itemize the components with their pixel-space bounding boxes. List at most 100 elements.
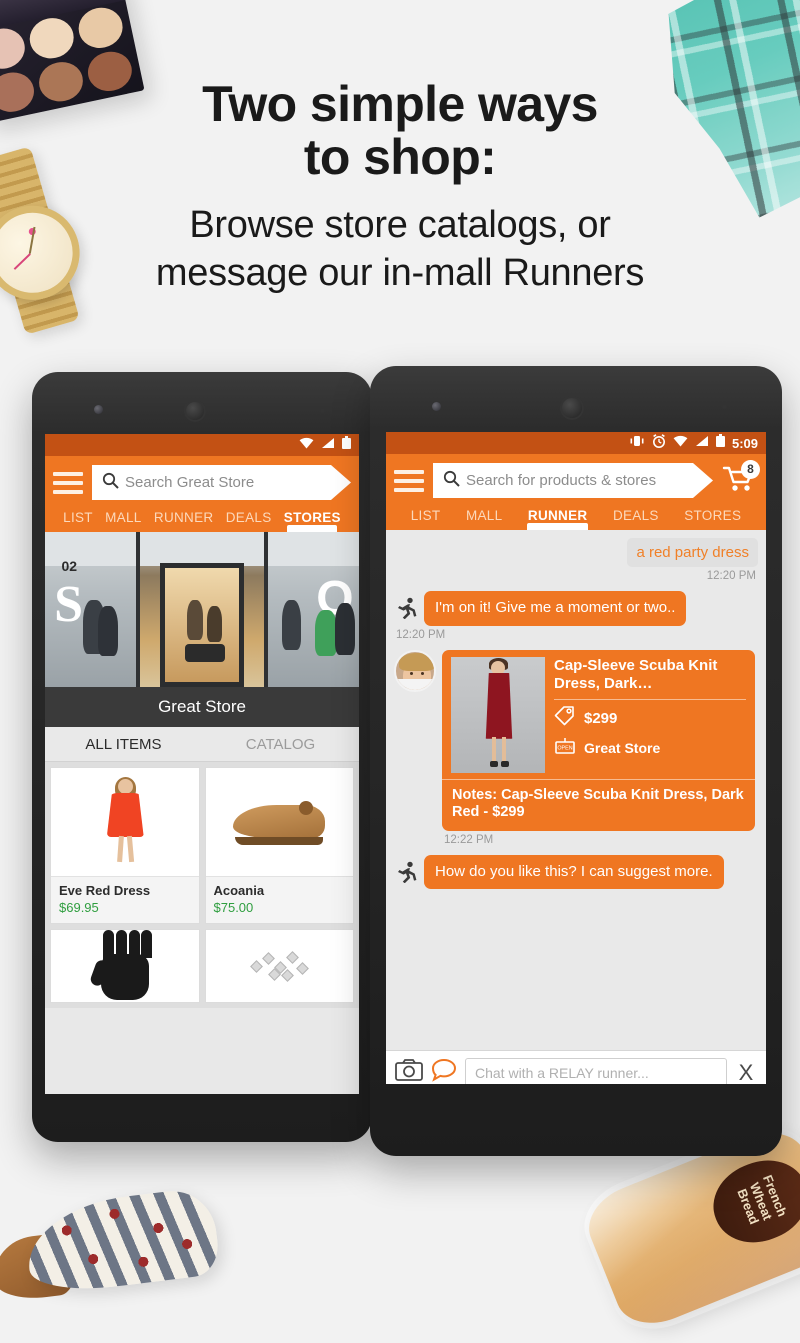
hamburger-icon[interactable] bbox=[53, 471, 83, 494]
product-image bbox=[51, 768, 199, 876]
vibrate-icon bbox=[629, 434, 645, 452]
product-image bbox=[205, 768, 353, 876]
storefront-left-window: 02 S bbox=[45, 532, 141, 687]
cart-badge-count: 8 bbox=[741, 459, 760, 479]
product-image-dark-red-dress bbox=[451, 656, 545, 773]
tab-deals[interactable]: DEALS bbox=[220, 510, 278, 532]
storefront-right-window: O bbox=[267, 532, 359, 687]
close-icon[interactable]: X bbox=[735, 1060, 757, 1085]
chat-message-runner: How do you like this? I can suggest more… bbox=[394, 854, 758, 890]
product-card[interactable]: Acoania $75.00 bbox=[204, 767, 354, 924]
tab-deals[interactable]: DEALS bbox=[600, 508, 671, 530]
chat-message-product: Cap-Sleeve Scuba Knit Dress, Dark… $299 bbox=[394, 649, 758, 831]
product-card[interactable]: Eve Red Dress $69.95 bbox=[50, 767, 200, 924]
red-dress-illustration bbox=[97, 777, 153, 865]
tab-runner[interactable]: RUNNER bbox=[148, 510, 220, 532]
black-gloves-illustration bbox=[88, 930, 157, 1002]
product-card[interactable] bbox=[204, 929, 354, 1003]
product-title: Cap-Sleeve Scuba Knit Dress, Dark… bbox=[554, 656, 718, 692]
camera-icon[interactable] bbox=[395, 1059, 423, 1084]
left-status-bar bbox=[45, 434, 359, 456]
product-card-message[interactable]: Cap-Sleeve Scuba Knit Dress, Dark… $299 bbox=[442, 649, 756, 831]
headline-block: Two simple ways to shop: Browse store ca… bbox=[0, 78, 800, 297]
tab-mall[interactable]: MALL bbox=[453, 508, 515, 530]
earpiece-speaker-icon bbox=[560, 396, 584, 420]
product-image bbox=[205, 930, 353, 1002]
product-card-timestamp: 12:22 PM bbox=[444, 833, 494, 846]
product-card[interactable] bbox=[50, 929, 200, 1003]
chat-message-runner: I'm on it! Give me a moment or two.. bbox=[394, 591, 758, 626]
right-status-bar: 5:09 bbox=[386, 432, 766, 454]
search-icon bbox=[443, 470, 460, 492]
runner-icon bbox=[394, 855, 418, 883]
tab-catalog[interactable]: CATALOG bbox=[202, 736, 359, 753]
tab-all-items[interactable]: ALL ITEMS bbox=[45, 736, 202, 753]
signal-icon bbox=[321, 436, 335, 454]
tab-list[interactable]: LIST bbox=[57, 510, 99, 532]
headline-line-4: message our in-mall Runners bbox=[155, 251, 645, 294]
tab-stores[interactable]: STORES bbox=[278, 510, 347, 532]
alarm-icon bbox=[652, 433, 666, 453]
right-app-bar: Search for products & stores 8 LIST MALL… bbox=[386, 454, 766, 530]
status-bar-clock: 5:09 bbox=[731, 435, 758, 451]
product-price: $75.00 bbox=[213, 900, 254, 915]
storefront-sign-s: S bbox=[54, 575, 84, 633]
chat-input[interactable]: Chat with a RELAY runner... bbox=[465, 1057, 727, 1084]
left-search-wrap[interactable]: Search Great Store bbox=[92, 465, 351, 500]
earpiece-speaker-icon bbox=[184, 400, 206, 422]
open-sign-icon: OPEN bbox=[554, 736, 576, 763]
user-message-text: a red party dress bbox=[627, 538, 758, 567]
product-image bbox=[51, 930, 199, 1002]
product-price: $299 bbox=[584, 709, 618, 727]
product-name: Eve Red Dress bbox=[59, 883, 151, 898]
left-phone-device: Search Great Store LIST MALL RUNNER DEAL… bbox=[32, 372, 372, 1142]
front-camera-icon bbox=[94, 405, 103, 414]
right-phone-device: 5:09 Search for products & stores 8 LIST… bbox=[370, 366, 782, 1156]
shopping-cart-icon bbox=[722, 466, 756, 498]
signal-icon bbox=[695, 434, 709, 452]
product-notes: Notes: Cap-Sleeve Scuba Knit Dress, Dark… bbox=[442, 778, 756, 831]
stars-and-stripes-shoe-prop bbox=[0, 1168, 226, 1306]
left-tab-bar: LIST MALL RUNNER DEALS STORES bbox=[53, 500, 351, 532]
search-icon bbox=[102, 472, 119, 494]
left-phone-screen: Search Great Store LIST MALL RUNNER DEAL… bbox=[45, 434, 359, 1094]
front-camera-icon bbox=[432, 402, 441, 411]
tab-stores[interactable]: STORES bbox=[671, 508, 754, 530]
battery-icon bbox=[715, 434, 725, 452]
cart-button[interactable]: 8 bbox=[722, 459, 760, 498]
runner-message-timestamp: 12:20 PM bbox=[396, 628, 446, 641]
chat-input-placeholder: Chat with a RELAY runner... bbox=[475, 1064, 649, 1081]
user-message-timestamp: 12:20 PM bbox=[706, 570, 756, 582]
right-search-wrap[interactable]: Search for products & stores bbox=[433, 463, 713, 498]
storefront-sign-02: 02 bbox=[61, 558, 78, 575]
runner-message-text: I'm on it! Give me a moment or two.. bbox=[424, 591, 687, 626]
tab-mall[interactable]: MALL bbox=[99, 510, 148, 532]
search-input-placeholder: Search Great Store bbox=[125, 474, 255, 491]
tab-runner[interactable]: RUNNER bbox=[515, 508, 600, 530]
headline-line-3: Browse store catalogs, or bbox=[189, 204, 611, 246]
left-app-bar: Search Great Store LIST MALL RUNNER DEAL… bbox=[45, 456, 359, 532]
hamburger-icon[interactable] bbox=[394, 469, 424, 492]
tan-loafer-illustration bbox=[233, 799, 326, 845]
wifi-icon bbox=[673, 434, 688, 452]
product-store: Great Store bbox=[584, 740, 661, 757]
right-phone-screen: 5:09 Search for products & stores 8 LIST… bbox=[386, 432, 766, 1084]
jewelry-illustration bbox=[248, 948, 310, 984]
product-price: $69.95 bbox=[59, 900, 99, 915]
product-name: Acoania bbox=[213, 883, 265, 898]
chat-bubble-icon[interactable] bbox=[431, 1058, 457, 1084]
price-tag-icon bbox=[554, 705, 576, 731]
proximity-sensor-icon bbox=[320, 408, 325, 413]
chat-composer: Chat with a RELAY runner... X bbox=[386, 1050, 766, 1084]
chat-message-user: a red party dress bbox=[394, 538, 758, 567]
proximity-sensor-icon bbox=[722, 404, 727, 409]
avatar bbox=[394, 649, 436, 692]
shoe-stars bbox=[22, 1186, 222, 1297]
chat-thread[interactable]: a red party dress 12:20 PM I'm on it! Gi… bbox=[386, 530, 766, 1050]
wifi-icon bbox=[299, 436, 314, 454]
tab-list[interactable]: LIST bbox=[398, 508, 453, 530]
right-tab-bar: LIST MALL RUNNER DEALS STORES bbox=[394, 498, 758, 530]
search-input-placeholder: Search for products & stores bbox=[466, 472, 657, 489]
product-grid: Eve Red Dress $69.95 Acoania $75.00 bbox=[45, 762, 359, 1008]
headline-line-1: Two simple ways bbox=[202, 76, 598, 132]
